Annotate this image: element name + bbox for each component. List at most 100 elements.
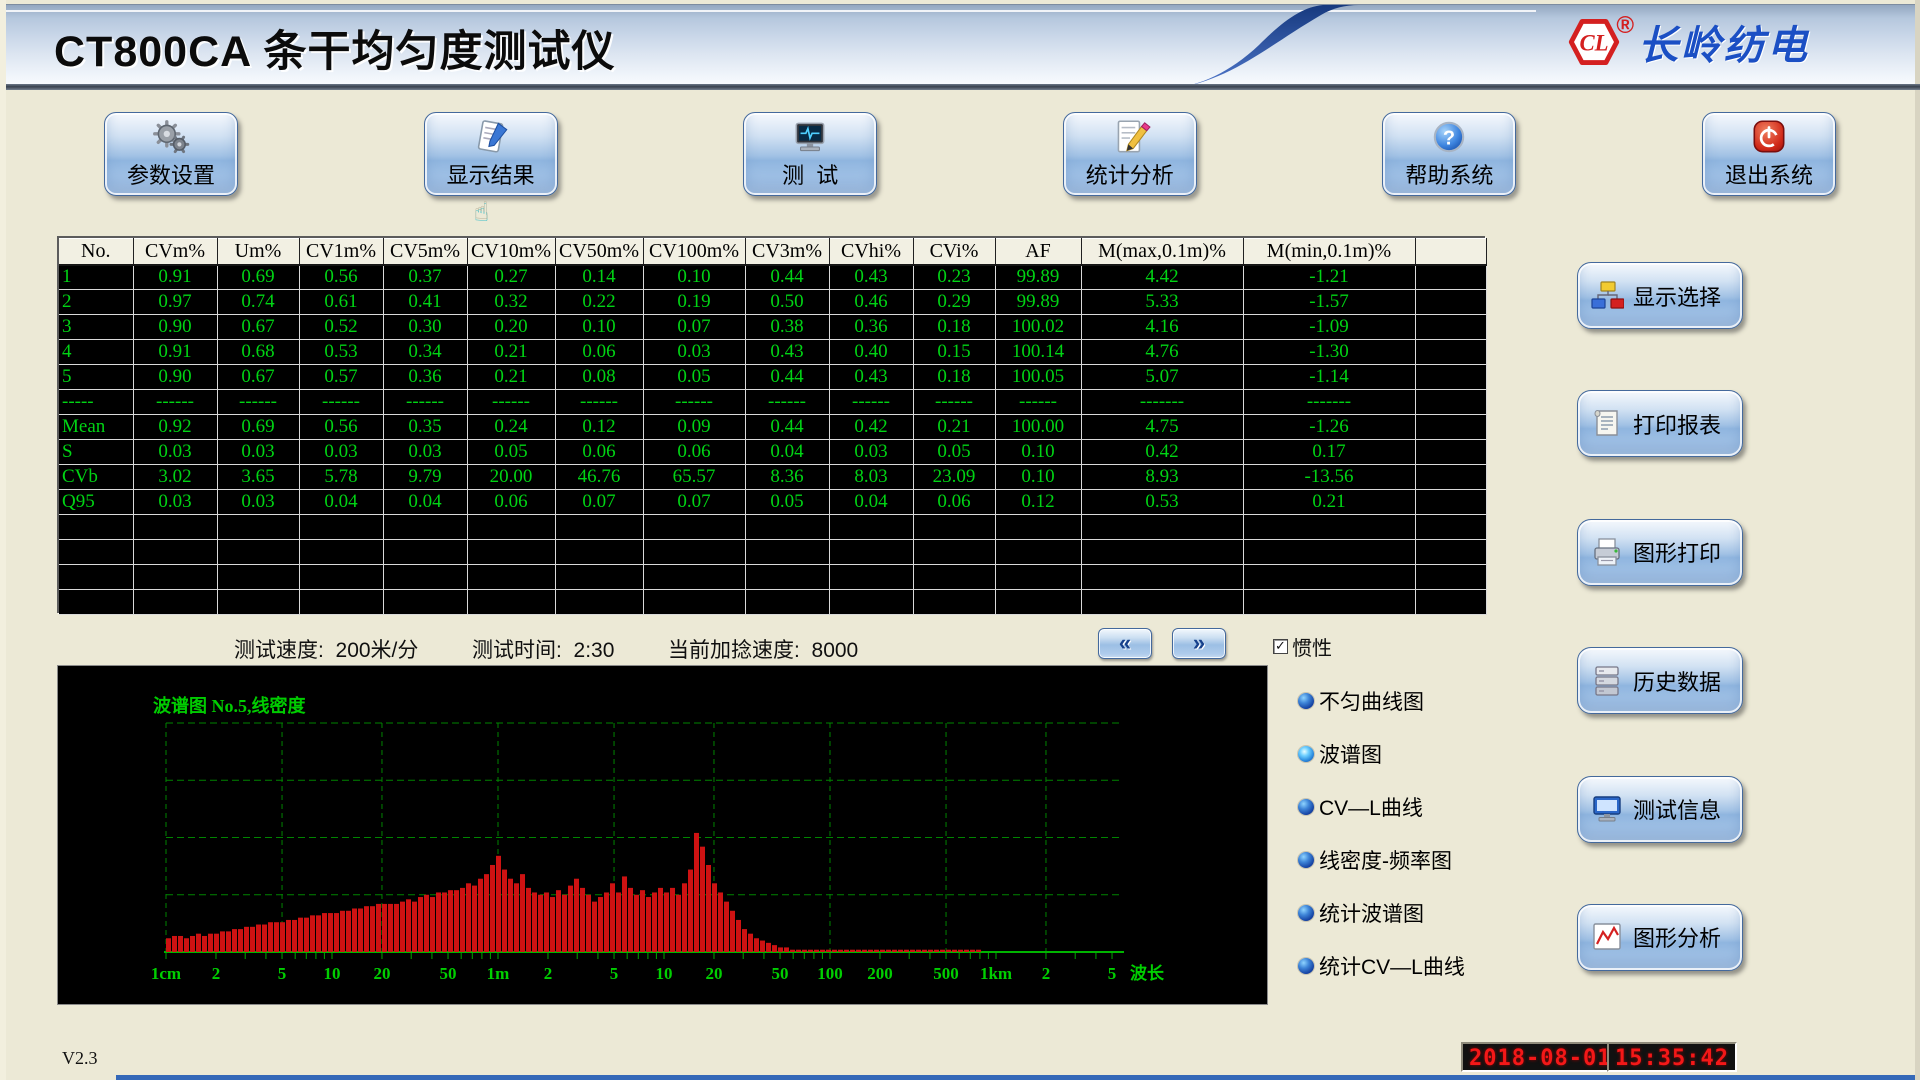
spectrogram-bar [706, 865, 711, 952]
spectrogram-bar [748, 934, 753, 952]
table-cell: 0.03 [217, 440, 299, 465]
svg-text:100: 100 [817, 964, 843, 983]
table-cell: ------ [995, 390, 1081, 415]
table-cell: 0.05 [745, 490, 829, 515]
table-cell: ------ [643, 390, 745, 415]
table-cell [555, 590, 643, 615]
table-cell: 1 [59, 265, 133, 290]
inertia-checkbox[interactable]: ✓ [1273, 639, 1288, 654]
spectrogram-bar [826, 950, 831, 952]
radio-icon[interactable] [1298, 958, 1314, 974]
next-page-button[interactable]: » [1172, 628, 1226, 659]
spectrogram-bar [190, 936, 195, 952]
spectrogram-bar [682, 883, 687, 952]
table-cell: -1.21 [1243, 265, 1415, 290]
print-report-button[interactable]: 打印报表 [1577, 390, 1743, 457]
table-cell: 0.12 [995, 490, 1081, 515]
spectrogram-bar [172, 936, 177, 952]
table-cell: 100.02 [995, 315, 1081, 340]
test-label: 测 试 [782, 158, 838, 190]
params-settings-button[interactable]: 参数设置 [104, 112, 238, 196]
table-cell: 8.93 [1081, 465, 1243, 490]
table-cell: 5.33 [1081, 290, 1243, 315]
table-header-cell: Um% [217, 239, 299, 265]
spectrogram-bar [712, 883, 717, 952]
radio-icon[interactable] [1298, 905, 1314, 921]
table-row [59, 565, 1486, 590]
show-results-button[interactable]: 显示结果 [424, 112, 558, 196]
spectrogram-bar [586, 895, 591, 952]
spectrogram-bar [640, 890, 645, 952]
radio-icon[interactable] [1298, 852, 1314, 868]
radio-spectrogram[interactable]: 波谱图 [1298, 741, 1465, 767]
test-speed: 测试速度: 200米/分 [234, 634, 418, 664]
table-row: 50.900.670.570.360.210.080.050.440.430.1… [59, 365, 1486, 390]
table-cell: 4.76 [1081, 340, 1243, 365]
table-cell: 0.46 [829, 290, 913, 315]
spectrogram-bar [784, 947, 789, 952]
graph-analysis-button[interactable]: 图形分析 [1577, 904, 1743, 971]
display-select-button[interactable]: 显示选择 [1577, 262, 1743, 329]
spectrogram-bar [448, 890, 453, 952]
table-cell: ------ [745, 390, 829, 415]
table-cell: -1.57 [1243, 290, 1415, 315]
radio-icon[interactable] [1298, 799, 1314, 815]
view-options: 不匀曲线图 波谱图 CV—L曲线 线密度-频率图 统计波谱图 统计CV—L曲线 [1298, 688, 1465, 979]
test-info-button[interactable]: 测试信息 [1577, 776, 1743, 843]
graph-print-button[interactable]: 图形打印 [1577, 519, 1743, 586]
app-window: CT800CA 条干均匀度测试仪 CL ® 长岭纺电 [0, 0, 1920, 1080]
help-system-button[interactable]: ? 帮助系统 [1382, 112, 1516, 196]
radio-cv-l-curve[interactable]: CV—L曲线 [1298, 794, 1465, 820]
show-results-label: 显示结果 [447, 158, 535, 190]
radio-unevenness-curve[interactable]: 不匀曲线图 [1298, 688, 1465, 714]
spectrogram-bar [880, 950, 885, 952]
table-cell [995, 590, 1081, 615]
spectrogram-bar [196, 934, 201, 952]
spectrogram-bar [562, 895, 567, 952]
table-cell [467, 515, 555, 540]
spectrogram-bar [334, 913, 339, 952]
page-title: CT800CA 条干均匀度测试仪 [54, 17, 616, 79]
spectrogram-bar [388, 904, 393, 952]
prev-page-button[interactable]: « [1098, 628, 1152, 659]
test-button[interactable]: 测 试 [743, 112, 877, 196]
table-cell: 0.18 [913, 315, 995, 340]
table-cell: 0.36 [383, 365, 467, 390]
spectrogram-bar [964, 950, 969, 952]
table-header-cell: CV1m% [299, 239, 383, 265]
table-cell [299, 590, 383, 615]
spectrogram-bar [256, 925, 261, 952]
table-cell: 0.12 [555, 415, 643, 440]
radio-statistic-spectrogram[interactable]: 统计波谱图 [1298, 900, 1465, 926]
spectrogram-bar [616, 892, 621, 952]
table-cell [643, 540, 745, 565]
spectrogram-bar [460, 888, 465, 952]
svg-text:200: 200 [867, 964, 893, 983]
table-cell: 0.37 [383, 265, 467, 290]
radio-density-frequency[interactable]: 线密度-频率图 [1298, 847, 1465, 873]
radio-icon[interactable] [1298, 693, 1314, 709]
table-cell [1415, 340, 1486, 365]
statistics-analysis-button[interactable]: 统计分析 [1063, 112, 1197, 196]
test-speed-label: 测试速度: [234, 639, 324, 662]
spectrogram-bar [676, 895, 681, 952]
swoosh-decoration [1171, 5, 1391, 89]
table-cell: 5 [59, 365, 133, 390]
exit-system-button[interactable]: 退出系统 [1702, 112, 1836, 196]
table-cell: 0.43 [745, 340, 829, 365]
table-cell: 0.67 [217, 315, 299, 340]
spectrogram-bar [934, 950, 939, 952]
history-data-button[interactable]: 历史数据 [1577, 647, 1743, 714]
radio-statistic-cv-l-curve[interactable]: 统计CV—L曲线 [1298, 953, 1465, 979]
table-cell [59, 565, 133, 590]
radio-icon[interactable] [1298, 746, 1314, 762]
table-cell: 0.14 [555, 265, 643, 290]
table-cell: 0.90 [133, 365, 217, 390]
side-menu: 显示选择 打印报表 图形打印 [1577, 262, 1743, 971]
table-cell: 0.18 [913, 365, 995, 390]
table-row: Q950.030.030.040.040.060.070.070.050.040… [59, 490, 1486, 515]
inertia-checkbox-group[interactable]: ✓ 惯性 [1273, 632, 1332, 661]
registered-mark: ® [1616, 12, 1634, 40]
spectrogram-bar [274, 922, 279, 952]
spectrogram-bar [316, 915, 321, 952]
